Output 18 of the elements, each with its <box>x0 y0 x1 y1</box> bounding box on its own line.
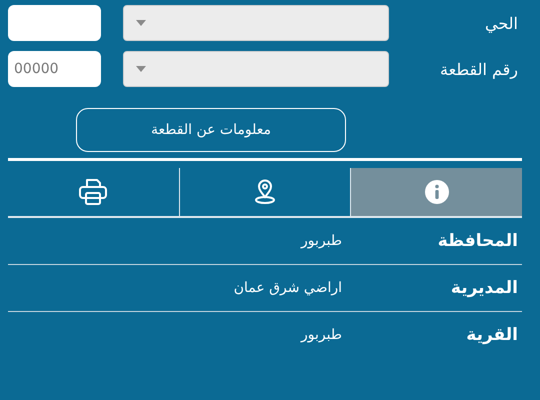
detail-value: اراضي شرق عمان <box>234 280 342 296</box>
detail-label: القرية <box>465 325 519 345</box>
dropdown-field[interactable] <box>123 5 390 41</box>
printer-icon <box>78 178 108 206</box>
field-label: الحي <box>484 14 519 32</box>
tab[interactable] <box>350 168 522 216</box>
detail-label: المحافظة <box>436 231 519 251</box>
field-label: رقم القطعة <box>439 60 519 78</box>
caret-icon <box>136 20 146 26</box>
detail-label: المديرية <box>450 278 519 298</box>
detail-value: طبربور <box>301 327 342 343</box>
caret-icon <box>136 66 146 72</box>
detail-value: طبربور <box>301 233 342 249</box>
input-field[interactable]: 00000 <box>8 51 101 87</box>
dropdown-field[interactable] <box>123 51 390 87</box>
input-field[interactable] <box>8 5 101 41</box>
info-icon <box>424 179 450 205</box>
parcel-info-button[interactable]: معلومات عن القطعة <box>76 108 346 152</box>
